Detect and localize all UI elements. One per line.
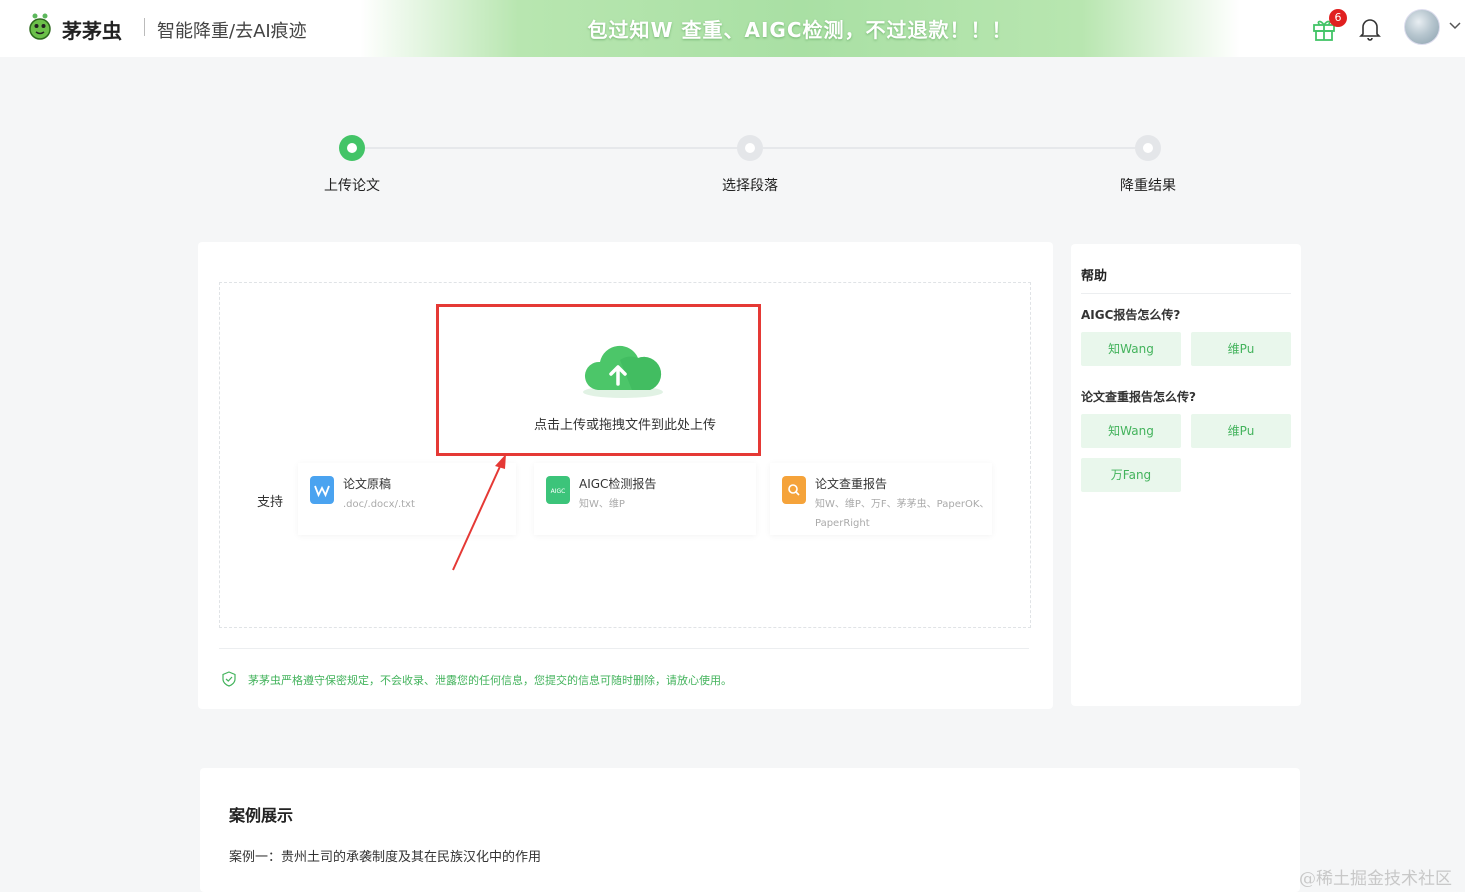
file-type-desc: 知W、维P xyxy=(579,499,625,510)
aigc-report-icon: AIGC xyxy=(546,476,570,504)
help-title: 帮助 xyxy=(1081,269,1108,284)
step-2-indicator xyxy=(737,135,763,161)
step-connector xyxy=(763,147,1135,149)
case-item[interactable]: 案例一：贵州土司的承袭制度及其在民族汉化中的作用 xyxy=(229,846,541,865)
notification-badge: 6 xyxy=(1329,9,1347,27)
user-avatar[interactable] xyxy=(1404,9,1440,45)
promo-banner[interactable]: 包过知W 查重、AIGC检测，不过退款！！！ xyxy=(360,0,1240,57)
step-connector xyxy=(365,147,737,149)
watermark: @稀土掘金技术社区 xyxy=(1299,869,1452,889)
step-3-label: 降重结果 xyxy=(1120,178,1176,194)
step-1-indicator xyxy=(339,135,365,161)
file-type-desc: 知W、维P、万F、茅茅虫、PaperOK、PaperRight xyxy=(815,499,990,529)
help-button-zhiwang[interactable]: 知Wang xyxy=(1081,332,1181,366)
help-question: AIGC报告怎么传? xyxy=(1081,308,1181,322)
file-type-title: 论文查重报告 xyxy=(815,477,888,491)
help-button-weipu[interactable]: 维Pu xyxy=(1191,332,1291,366)
help-button-zhiwang[interactable]: 知Wang xyxy=(1081,414,1181,448)
upload-cloud-icon[interactable] xyxy=(580,340,666,400)
help-divider xyxy=(1081,293,1291,294)
help-button-weipu[interactable]: 维Pu xyxy=(1191,414,1291,448)
upload-prompt[interactable]: 点击上传或拖拽文件到此处上传 xyxy=(436,414,814,433)
brand-name[interactable]: 茅茅虫 xyxy=(62,15,122,44)
case-section-title: 案例展示 xyxy=(229,806,294,825)
word-doc-icon xyxy=(310,476,334,504)
aigc-icon-text: AIGC xyxy=(551,488,566,495)
chevron-down-icon[interactable] xyxy=(1449,20,1461,32)
shield-check-icon xyxy=(222,671,236,687)
support-label: 支持 xyxy=(257,495,284,510)
annotation-arrow-icon xyxy=(452,454,506,571)
file-type-card: 论文查重报告 知W、维P、万F、茅茅虫、PaperOK、PaperRight xyxy=(770,463,992,535)
bell-icon[interactable] xyxy=(1358,16,1382,42)
privacy-notice: 茅茅虫严格遵守保密规定，不会收录、泄露您的任何信息，您提交的信息可随时删除，请放… xyxy=(248,674,732,687)
file-type-title: AIGC检测报告 xyxy=(579,477,657,491)
bug-logo-icon xyxy=(29,13,51,40)
file-type-title: 论文原稿 xyxy=(343,477,392,491)
product-subtitle: 智能降重/去AI痕迹 xyxy=(157,21,307,42)
case-showcase-card xyxy=(200,768,1300,892)
step-2-label: 选择段落 xyxy=(722,178,778,194)
divider xyxy=(219,648,1029,649)
step-1-label: 上传论文 xyxy=(324,178,380,194)
file-type-card: AIGC AIGC检测报告 知W、维P xyxy=(534,463,756,535)
step-3-indicator xyxy=(1135,135,1161,161)
header-divider xyxy=(144,18,145,36)
help-button-wanfang[interactable]: 万Fang xyxy=(1081,458,1181,492)
promo-banner-text: 包过知W 查重、AIGC检测，不过退款！！！ xyxy=(587,18,1013,42)
plagiarism-report-icon xyxy=(782,476,806,504)
help-question: 论文查重报告怎么传? xyxy=(1081,390,1196,404)
